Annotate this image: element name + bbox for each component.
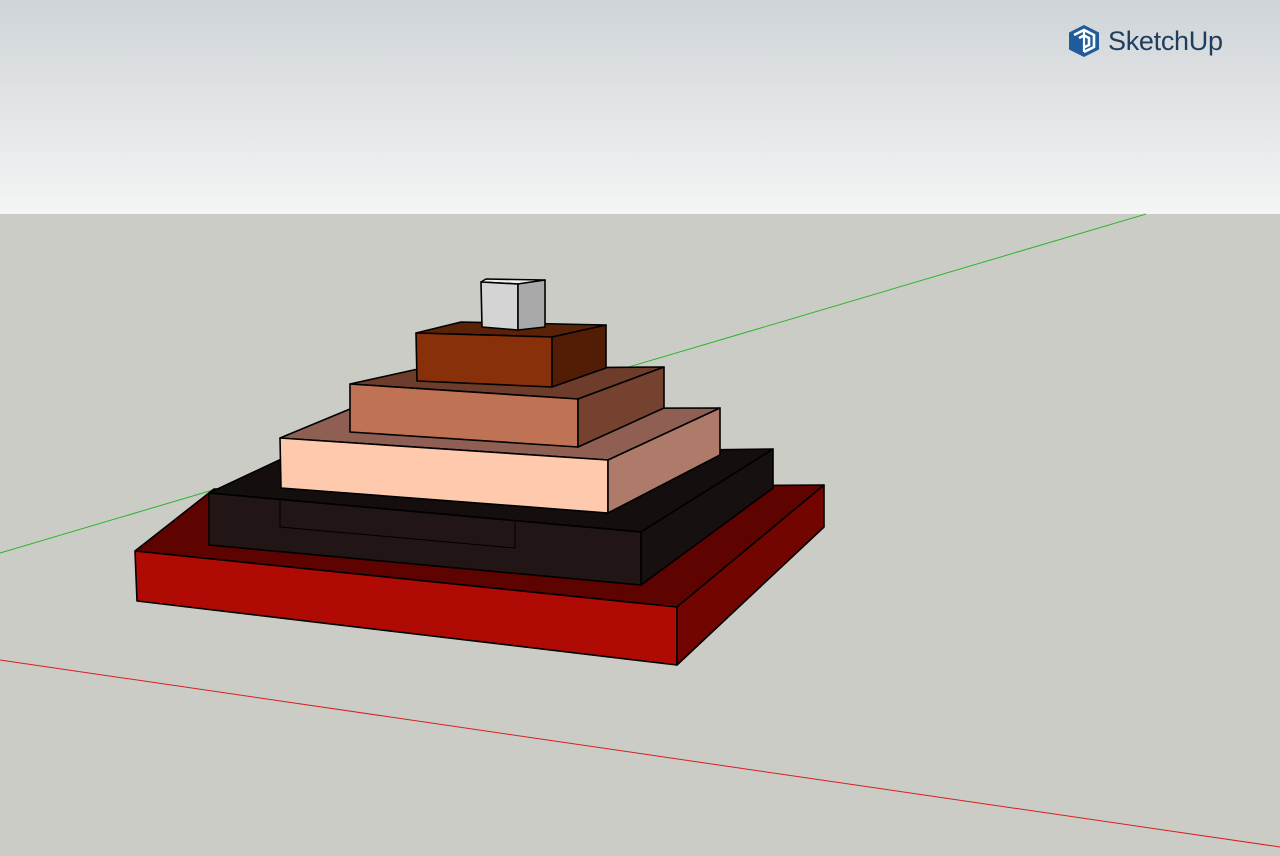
brown-layer[interactable]	[415, 321, 607, 388]
model-viewport[interactable]: SketchUp	[0, 0, 1280, 856]
model-scene[interactable]	[0, 0, 1280, 856]
brown-layer-front[interactable]	[415, 332, 553, 388]
gray-cube[interactable]	[480, 278, 546, 331]
logo-text: SketchUp	[1108, 26, 1223, 56]
sketchup-logo-icon	[1069, 25, 1099, 57]
sketchup-logo: SketchUp	[1068, 22, 1248, 60]
gray-cube-side[interactable]	[517, 279, 546, 331]
red-axis-line	[0, 659, 1280, 848]
gray-cube-front[interactable]	[480, 281, 519, 331]
